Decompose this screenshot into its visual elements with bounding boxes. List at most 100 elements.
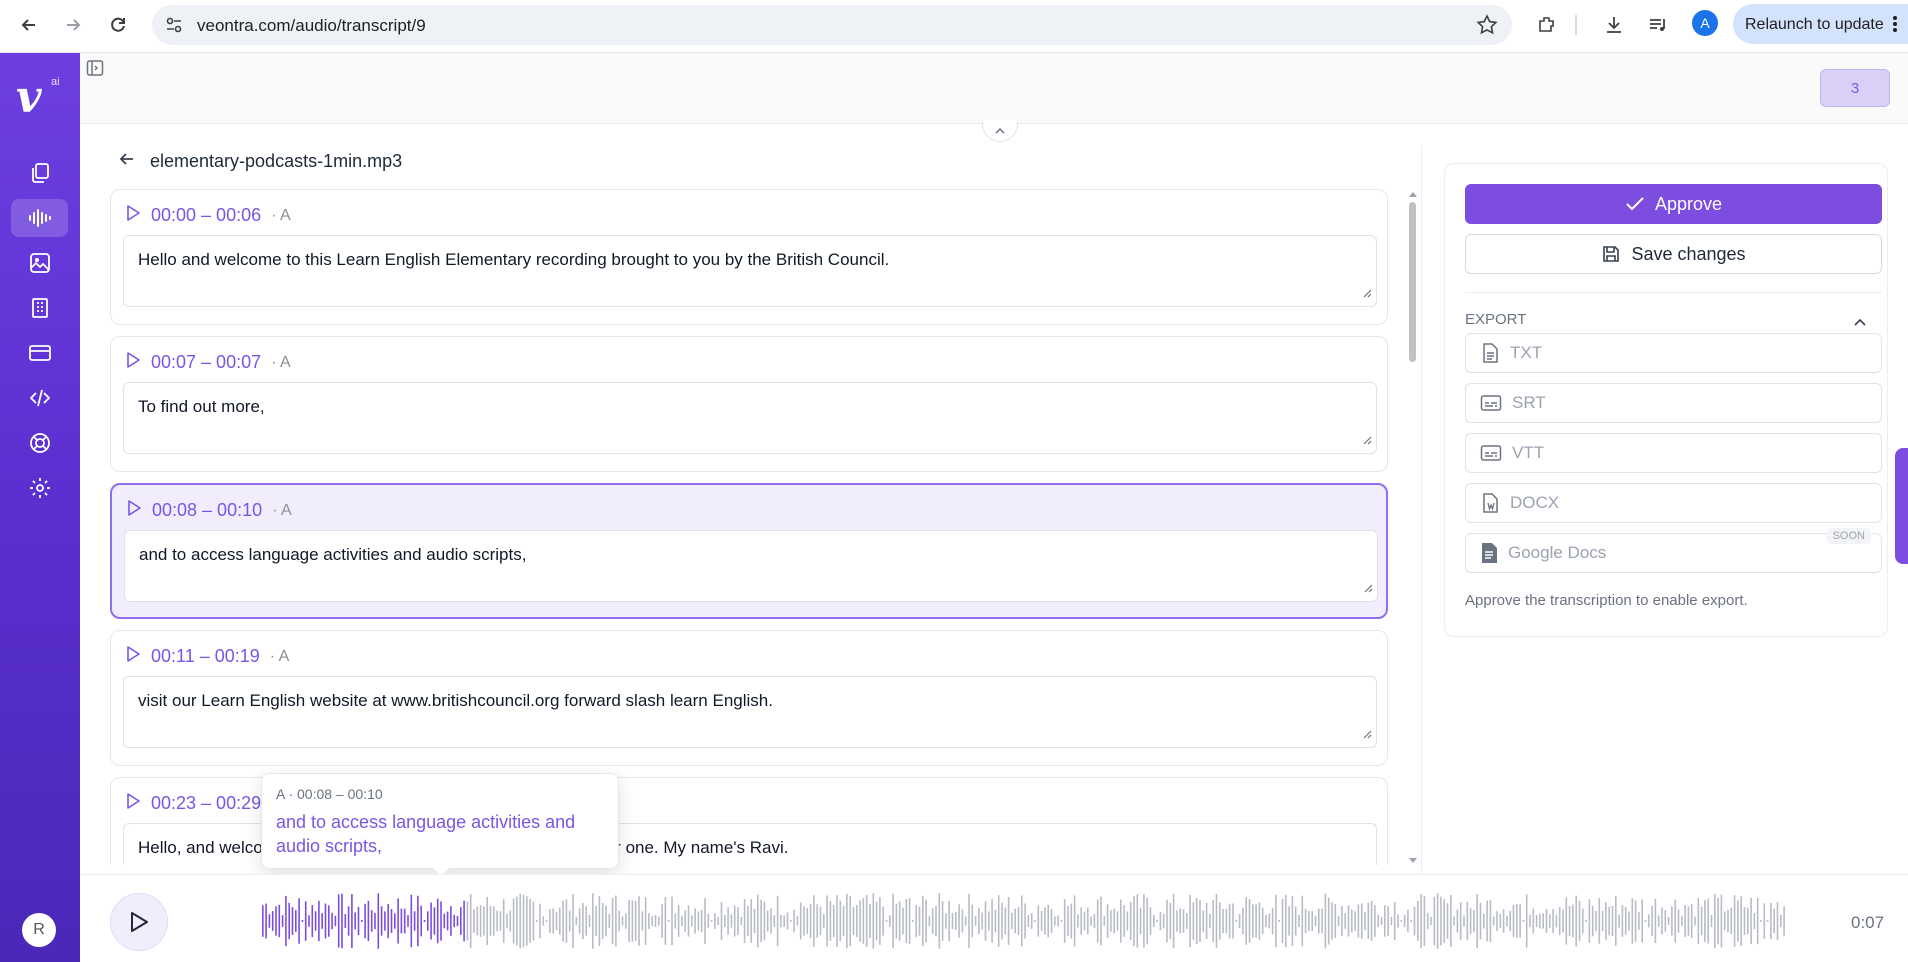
back-arrow-icon[interactable] (118, 150, 136, 173)
app-logo[interactable]: v (16, 72, 42, 123)
user-avatar[interactable]: R (22, 913, 56, 947)
notification-badge[interactable]: 3 (1820, 69, 1890, 107)
soon-badge: SOON (1826, 528, 1871, 544)
forward-icon[interactable] (58, 10, 88, 40)
waveform-bar (1747, 907, 1749, 935)
waveform-bar (717, 916, 719, 926)
waveform-bar (1370, 901, 1373, 941)
building-icon (31, 298, 48, 318)
collapse-topbar-button[interactable] (982, 120, 1018, 142)
waveform-bar (1687, 906, 1690, 936)
waveform-bar (727, 907, 729, 935)
waveform-bar (790, 920, 792, 922)
resize-grip-icon[interactable] (1363, 578, 1373, 598)
scroll-thumb[interactable] (1409, 202, 1416, 362)
play-segment-icon[interactable] (125, 792, 141, 815)
resize-grip-icon[interactable] (1362, 283, 1372, 303)
waveform-bar (1595, 910, 1597, 932)
waveform-bar (1436, 893, 1439, 949)
reload-icon[interactable] (103, 10, 133, 40)
audio-waveform[interactable] (180, 889, 1905, 953)
waveform-bar (1238, 914, 1241, 928)
waveform-bar (1770, 902, 1772, 940)
address-bar[interactable]: veontra.com/audio/transcript/9 (152, 5, 1512, 45)
play-segment-icon[interactable] (126, 499, 142, 522)
segment-card[interactable]: 00:07 – 00:07 · A To find out more, (110, 336, 1388, 472)
segment-card-active[interactable]: 00:08 – 00:10 · A and to access language… (110, 483, 1388, 619)
waveform-bar (1393, 902, 1396, 940)
app-topbar (80, 53, 1908, 124)
sidebar-item-api[interactable] (11, 379, 68, 417)
export-txt-button[interactable]: TXT (1465, 333, 1882, 373)
waveform-bar (1304, 908, 1307, 934)
waveform-bar (997, 895, 1000, 947)
waveform-bar (1209, 913, 1211, 929)
segment-card[interactable]: 00:00 – 00:06 · A Hello and welcome to t… (110, 189, 1388, 325)
list-scrollbar[interactable] (1407, 190, 1417, 865)
sidebar-item-settings[interactable] (11, 469, 68, 507)
waveform-bar (664, 897, 667, 945)
sidebar-item-support[interactable] (11, 424, 68, 462)
waveform-bar (1575, 895, 1577, 947)
resize-grip-icon[interactable] (1362, 430, 1372, 450)
sidebar-item-organization[interactable] (11, 289, 68, 327)
media-controls-icon[interactable] (1643, 10, 1673, 40)
sidebar-item-documents[interactable] (11, 154, 68, 192)
play-button[interactable] (110, 893, 168, 951)
waveform-bar (1129, 901, 1132, 941)
segment-list[interactable]: 00:00 – 00:06 · A Hello and welcome to t… (108, 185, 1390, 865)
waveform-bar (776, 895, 779, 947)
waveform-bar (1176, 910, 1178, 932)
export-vtt-button[interactable]: VTT (1465, 433, 1882, 473)
sidebar-item-billing[interactable] (11, 334, 68, 372)
waveform-bar (697, 911, 700, 931)
waveform-bar (1245, 897, 1247, 945)
side-drawer-tab[interactable] (1895, 448, 1908, 564)
waveform-bar (1070, 903, 1073, 939)
scroll-down-icon[interactable] (1408, 857, 1418, 865)
waveform-bar (403, 908, 406, 934)
chevron-up-icon[interactable] (1853, 314, 1867, 332)
export-docx-button[interactable]: DOCX (1465, 483, 1882, 523)
waveform-bar (262, 905, 264, 937)
relaunch-button[interactable]: Relaunch to update (1733, 4, 1908, 44)
downloads-icon[interactable] (1599, 10, 1629, 40)
sidebar-item-images[interactable] (11, 244, 68, 282)
back-icon[interactable] (14, 10, 44, 40)
play-segment-icon[interactable] (125, 204, 141, 227)
segment-card[interactable]: 00:11 – 00:19 · A visit our Learn Englis… (110, 630, 1388, 766)
approve-button[interactable]: Approve (1465, 184, 1882, 224)
resize-grip-icon[interactable] (1362, 724, 1372, 744)
play-segment-icon[interactable] (125, 351, 141, 374)
waveform-bar (611, 897, 614, 945)
waveform-bar (1001, 902, 1003, 940)
waveform-bar (1037, 905, 1040, 937)
sidebar-item-audio[interactable] (11, 199, 68, 237)
waveform-bar (1473, 909, 1475, 933)
sidebar-toggle-icon[interactable] (86, 59, 104, 82)
export-google-docs-button[interactable]: Google Docs SOON (1465, 528, 1882, 573)
waveform-bar (1235, 920, 1238, 922)
waveform-bar (1390, 916, 1393, 926)
waveform-bar (1727, 909, 1729, 933)
segment-text-input[interactable]: To find out more, (123, 382, 1377, 454)
waveform-bar (1611, 905, 1614, 937)
more-vert-icon[interactable] (1892, 14, 1898, 39)
play-segment-icon[interactable] (125, 645, 141, 668)
export-srt-button[interactable]: SRT (1465, 383, 1882, 423)
site-settings-icon[interactable] (164, 15, 184, 40)
check-icon (1626, 197, 1644, 211)
bookmark-star-icon[interactable] (1476, 14, 1498, 41)
scroll-up-icon[interactable] (1408, 190, 1418, 198)
extensions-icon[interactable] (1532, 10, 1562, 40)
export-srt-label: SRT (1512, 393, 1546, 412)
segment-text-input[interactable]: Hello and welcome to this Learn English … (123, 235, 1377, 307)
segment-text: visit our Learn English website at www.b… (138, 691, 773, 710)
waveform-bar (314, 911, 317, 931)
save-changes-button[interactable]: Save changes (1465, 234, 1882, 274)
profile-avatar[interactable]: A (1692, 10, 1718, 36)
segment-text-input[interactable]: visit our Learn English website at www.b… (123, 676, 1377, 748)
waveform-bar (882, 906, 884, 936)
waveform-bar (1704, 900, 1706, 942)
segment-text-input[interactable]: and to access language activities and au… (124, 530, 1378, 602)
